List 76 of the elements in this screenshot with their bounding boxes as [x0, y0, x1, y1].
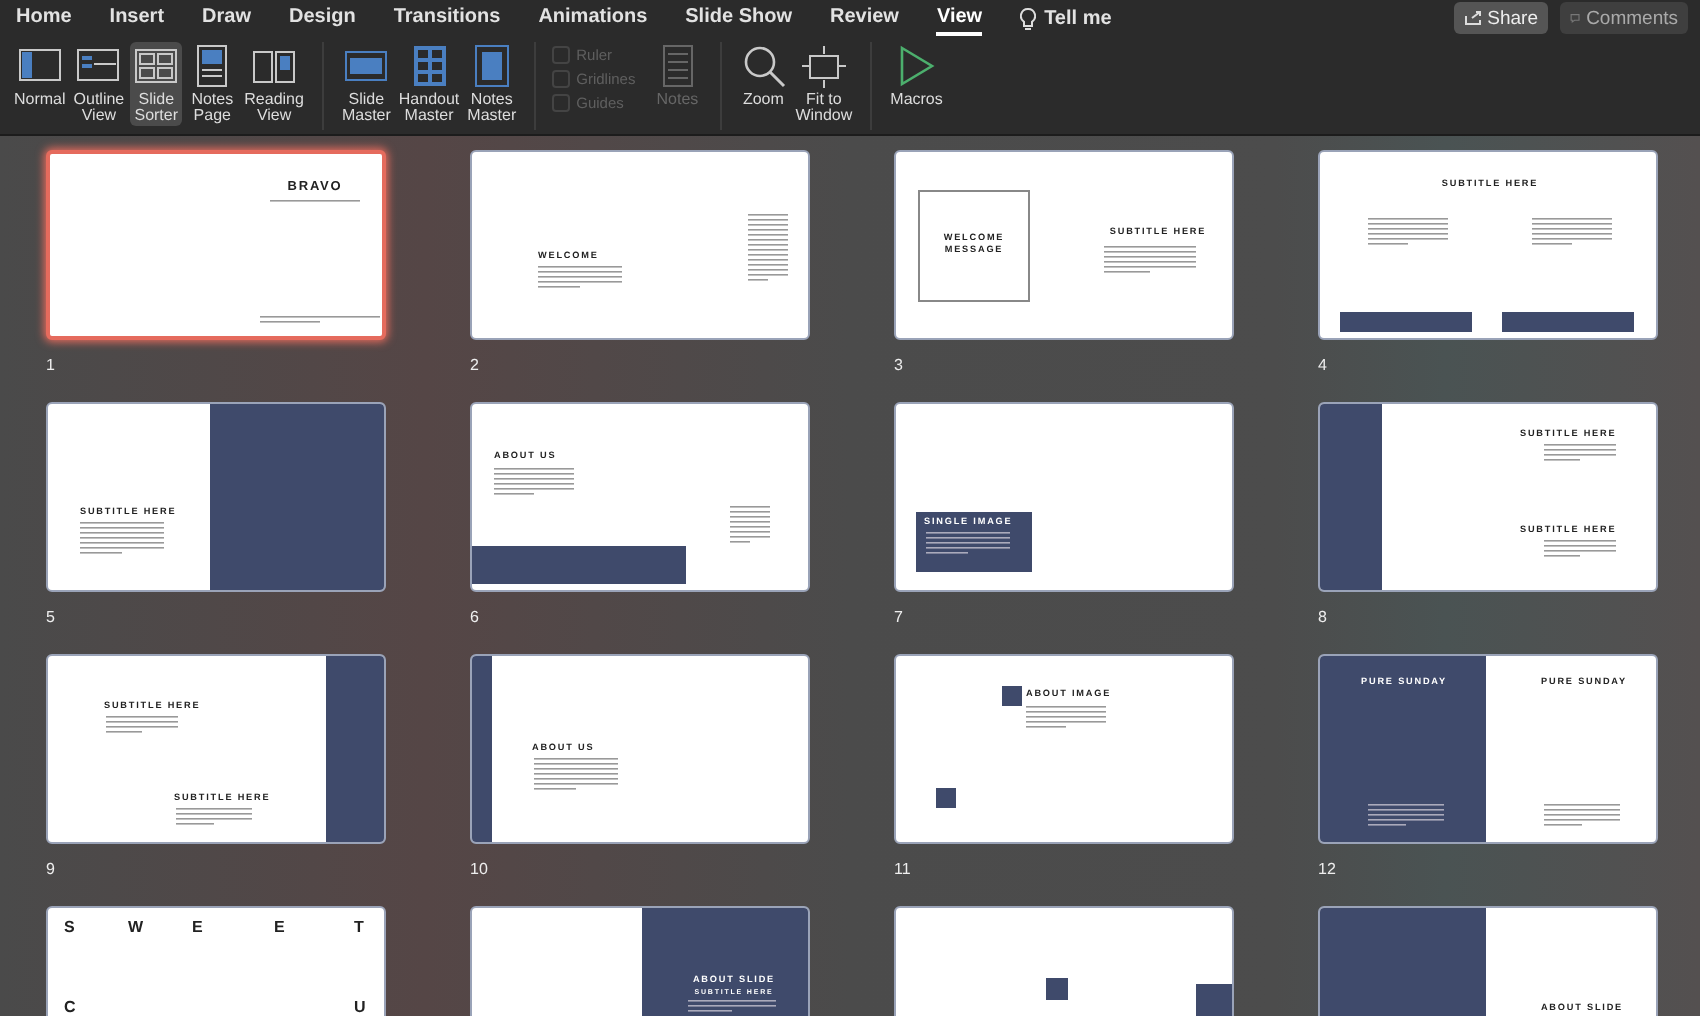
ribbon-tab[interactable]: Review: [829, 1, 899, 35]
page-icon: [469, 44, 514, 88]
speech-bubble-icon: [1570, 10, 1581, 26]
color-block: [1340, 312, 1472, 332]
ribbon-tab[interactable]: View: [936, 1, 983, 35]
grid-icon: [134, 44, 179, 88]
placeholder-text-drawing: [260, 316, 380, 326]
tell-me-field[interactable]: Tell me: [1044, 7, 1112, 29]
magnifier-icon: [741, 44, 786, 88]
lightbulb-icon: [1020, 7, 1037, 29]
slide-number: 1: [46, 356, 55, 378]
ribbon-tab[interactable]: Home: [16, 1, 72, 35]
placeholder-text-drawing: [1368, 804, 1444, 829]
placeholder-text-drawing: [1104, 246, 1196, 276]
ribbon-button[interactable]: Fit to Window: [793, 42, 855, 126]
ribbon-button[interactable]: Handout Master: [396, 42, 462, 126]
placeholder-text-drawing: [1026, 706, 1106, 731]
placeholder-text-drawing: [494, 468, 574, 498]
placeholder-text-drawing: [106, 716, 178, 736]
placeholder-text-drawing: [176, 808, 252, 828]
ribbon-button[interactable]: Slide Master: [339, 42, 393, 126]
placeholder-text-drawing: [270, 200, 360, 205]
placeholder-text-drawing: [1532, 218, 1612, 248]
ribbon-button[interactable]: Slide Sorter: [130, 42, 183, 126]
ribbon-button[interactable]: Notes Page: [186, 42, 239, 126]
color-block: [1046, 978, 1068, 1000]
ribbon-button[interactable]: Outline View: [71, 42, 127, 126]
frame-outline: [918, 190, 1030, 302]
slide-number: 6: [470, 608, 479, 630]
placeholder-text-drawing: [730, 506, 770, 546]
ribbon-button[interactable]: Macros: [888, 42, 945, 110]
slide-number: 2: [470, 356, 479, 378]
ribbon-button[interactable]: Reading View: [242, 42, 306, 126]
placeholder-text-drawing: [748, 214, 788, 284]
slide-heading: T: [354, 918, 368, 938]
ribbon-tab[interactable]: Draw: [202, 1, 251, 35]
color-block: [1502, 312, 1634, 332]
share-button[interactable]: Share: [1453, 2, 1548, 34]
slide-number: 11: [894, 860, 911, 882]
ribbon-button[interactable]: Notes Master: [465, 42, 519, 126]
slide-heading: W: [128, 918, 147, 938]
slide-number: 4: [1318, 356, 1327, 378]
slide-heading: E: [192, 918, 207, 938]
placeholder-text-drawing: [1544, 540, 1616, 560]
ribbon-button[interactable]: Normal: [12, 42, 68, 110]
slide-number: 8: [1318, 608, 1327, 630]
slide-heading: C: [64, 998, 80, 1016]
placeholder-text-drawing: [688, 1000, 776, 1015]
placeholder-text-drawing: [534, 758, 618, 793]
slide-thumbnail[interactable]: S W E E T C U: [46, 906, 386, 1016]
slide-number: 9: [46, 860, 55, 882]
color-block: [936, 788, 956, 808]
share-icon: [1463, 10, 1482, 26]
ribbon-button[interactable]: Zoom: [737, 42, 790, 110]
slide-heading: U: [354, 998, 370, 1016]
color-block: [1196, 984, 1232, 1016]
slide-heading: S: [64, 918, 79, 938]
slide-number: 10: [470, 860, 488, 882]
ribbon-tab[interactable]: Slide Show: [685, 1, 792, 35]
slide-number: 12: [1318, 860, 1336, 882]
color-block: [1002, 686, 1022, 706]
placeholder-text-drawing: [1368, 218, 1448, 248]
placeholder-text-drawing: [926, 532, 1010, 557]
placeholder-text-drawing: [80, 522, 164, 557]
slide-number: 3: [894, 356, 903, 378]
ribbon-tab[interactable]: Transitions: [393, 1, 501, 35]
slide-heading: E: [274, 918, 289, 938]
slide-number: 7: [894, 608, 903, 630]
placeholder-text-drawing: [538, 266, 622, 291]
placeholder-text-drawing: [1544, 804, 1620, 829]
slide-number: 5: [46, 608, 55, 630]
ribbon-tab[interactable]: Insert: [109, 1, 165, 35]
ribbon-tab[interactable]: Design: [288, 1, 356, 35]
placeholder-text-drawing: [1544, 444, 1616, 464]
fit-window-icon: [801, 44, 846, 88]
ribbon-tab[interactable]: Animations: [538, 1, 648, 35]
